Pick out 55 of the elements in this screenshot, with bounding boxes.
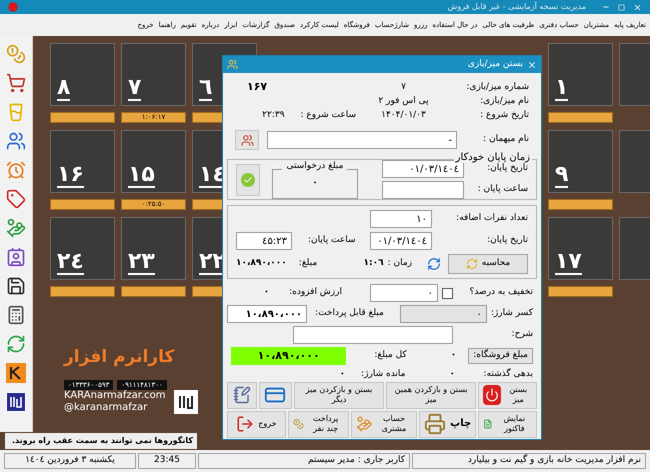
label: نام میز/بازی: bbox=[479, 94, 529, 108]
status-message: کانگوروها نمی توانند به سمت عقب راه بروند. bbox=[5, 433, 197, 449]
value-text: ۱:۰٦ bbox=[363, 257, 384, 270]
label: کل مبلغ: bbox=[374, 349, 407, 362]
label: تاریخ پایان: bbox=[486, 234, 528, 248]
handle-text: @karanarmafzar bbox=[64, 402, 148, 414]
label: نام میهمان : bbox=[482, 133, 529, 146]
window-title: مدیریت نسخه آزمایشی - غیر قابل فروش bbox=[448, 1, 586, 13]
table-number: ٦ bbox=[199, 77, 212, 101]
label: تعداد نفرات اضافه: bbox=[455, 212, 528, 226]
table-number: ۱۷ bbox=[555, 251, 582, 275]
label: شماره میز/بازی: bbox=[465, 80, 529, 94]
count-text: ۱۶۷ bbox=[246, 79, 268, 96]
value-text: ۰ bbox=[340, 368, 346, 381]
total-amount: ۱۰،۸۹۰،۰۰۰ bbox=[231, 347, 346, 365]
table-number: ۸ bbox=[57, 77, 70, 101]
table-number: ۹ bbox=[555, 164, 568, 188]
value-text: ۷ bbox=[400, 80, 407, 94]
website-text: KARAnarmafzar.com bbox=[64, 390, 166, 402]
status-app: نرم افزار مدیریت خانه بازی و گیم نت و بیلیارد bbox=[412, 453, 646, 469]
label: شرح: bbox=[510, 328, 533, 342]
status-time: 23:45 bbox=[138, 453, 196, 469]
label: مانده شارژ: bbox=[361, 368, 406, 381]
label: ساعت پایان : bbox=[476, 183, 528, 196]
label: کسر شارژ: bbox=[490, 307, 533, 320]
label: زمان : bbox=[388, 257, 412, 270]
label: تخفیف به درصد؟ bbox=[468, 286, 533, 300]
label: بدهی گذشته: bbox=[482, 368, 533, 381]
table-number: ۱ bbox=[555, 77, 568, 101]
label: ساعت شروع : bbox=[300, 108, 356, 122]
value-text: پی اس فور ۲ bbox=[377, 94, 430, 108]
dialog-title: بستن میز/بازی bbox=[468, 58, 523, 71]
label: مبلغ قابل پرداخت: bbox=[315, 307, 384, 320]
table-number: ۲٤ bbox=[57, 251, 84, 275]
brand-name: کارانرم افزار bbox=[64, 349, 174, 366]
status-user: کاربر جاری : مدیر سیستم bbox=[198, 453, 410, 469]
label: تاریخ پایان: bbox=[486, 162, 528, 176]
table-number: ۱۵ bbox=[128, 164, 155, 188]
label: مبلغ: bbox=[298, 257, 318, 270]
table-number: ۱۶ bbox=[57, 164, 84, 188]
value-text: ۰ bbox=[264, 286, 270, 300]
status-date: یکشنبه ۳ فروردین ۱٤۰٤ bbox=[4, 453, 136, 469]
label: تاریخ شروع : bbox=[479, 108, 529, 122]
table-number: ۲۳ bbox=[128, 251, 155, 275]
group-title: زمان پایان خودکار bbox=[454, 153, 532, 163]
value-text: ۰ bbox=[312, 176, 318, 190]
value-text: ۲۲:۳۹ bbox=[262, 108, 285, 122]
table-number: ۷ bbox=[128, 77, 142, 101]
value-text: ۰ bbox=[450, 349, 456, 362]
label: ارزش افزوده: bbox=[289, 286, 342, 300]
label: ساعت پایان: bbox=[308, 234, 356, 248]
group-title: مبلغ درخواستی bbox=[282, 162, 348, 170]
value-text: ۱۰،۸۹۰،۰۰۰ bbox=[236, 257, 287, 270]
value-text: ۱۴۰۴/۰۱/۰۳ bbox=[380, 108, 427, 122]
value-text: ۰ bbox=[450, 368, 455, 381]
